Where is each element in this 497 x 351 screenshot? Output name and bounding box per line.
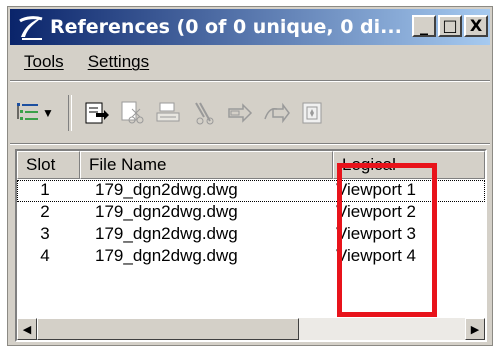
cell-slot: 4 [40, 246, 50, 265]
menu-bar: Tools Settings [10, 47, 490, 77]
detach-reference-icon [114, 95, 150, 131]
chevron-down-icon[interactable]: ▼ [42, 106, 54, 120]
maximize-button[interactable]: □ [438, 15, 462, 37]
cell-logical: Viewport 3 [336, 224, 417, 243]
cell-file-name: 179_dgn2dwg.dwg [95, 202, 238, 221]
table-row[interactable]: 1 179_dgn2dwg.dwg Viewport 1 [17, 180, 485, 202]
toolbar: ▼ [10, 85, 490, 141]
copy-reference-icon [258, 95, 294, 131]
scroll-thumb[interactable] [37, 318, 299, 340]
reload-reference-icon [150, 95, 186, 131]
minimize-icon: _ [420, 16, 428, 35]
minimize-button[interactable]: _ [412, 15, 436, 37]
scroll-right-icon[interactable]: ▶ [465, 318, 485, 340]
scroll-left-icon[interactable]: ◀ [17, 318, 37, 340]
list-rows: 1 179_dgn2dwg.dwg Viewport 1 2 179_dgn2d… [17, 180, 485, 268]
move-reference-icon [222, 95, 258, 131]
settings-reference-icon [294, 95, 330, 131]
header-file-name[interactable]: File Name [80, 151, 333, 179]
close-button[interactable]: X [464, 15, 488, 37]
table-row[interactable]: 4 179_dgn2dwg.dwg Viewport 4 [17, 246, 485, 268]
toolbar-separator [67, 95, 72, 131]
toolbar-divider [10, 143, 490, 145]
menu-divider [10, 80, 490, 82]
table-row[interactable]: 3 179_dgn2dwg.dwg Viewport 3 [17, 224, 485, 246]
cell-file-name: 179_dgn2dwg.dwg [95, 180, 238, 199]
list-header: Slot File Name Logical [17, 151, 485, 179]
header-slot[interactable]: Slot [17, 151, 80, 179]
microstation-logo-icon [14, 11, 48, 43]
maximize-icon: □ [442, 16, 458, 35]
header-logical[interactable]: Logical [333, 151, 485, 179]
references-list[interactable]: Slot File Name Logical 1 179_dgn2dwg.dwg… [15, 149, 487, 342]
window-title: References (0 of 0 unique, 0 di... [50, 16, 402, 38]
cell-slot: 3 [40, 224, 50, 243]
window-controls: _ □ X [412, 15, 488, 37]
title-bar[interactable]: References (0 of 0 unique, 0 di... _ □ X [10, 9, 490, 45]
cell-slot: 2 [40, 202, 50, 221]
scroll-track[interactable] [37, 318, 465, 340]
menu-settings[interactable]: Settings [88, 52, 149, 72]
cell-slot: 1 [40, 180, 50, 199]
menu-tools[interactable]: Tools [24, 52, 64, 72]
cell-file-name: 179_dgn2dwg.dwg [95, 224, 238, 243]
exchange-reference-icon [186, 95, 222, 131]
attach-reference-icon[interactable] [78, 95, 114, 131]
references-dialog: References (0 of 0 unique, 0 di... _ □ X… [7, 6, 493, 346]
cell-logical: Viewport 2 [336, 202, 417, 221]
close-icon: X [469, 16, 483, 35]
table-row[interactable]: 2 179_dgn2dwg.dwg Viewport 2 [17, 202, 485, 224]
cell-logical: Viewport 4 [336, 246, 417, 265]
horizontal-scrollbar[interactable]: ◀ ▶ [17, 318, 485, 340]
cell-logical: Viewport 1 [336, 180, 417, 199]
list-view-icon[interactable] [10, 95, 46, 131]
cell-file-name: 179_dgn2dwg.dwg [95, 246, 238, 265]
